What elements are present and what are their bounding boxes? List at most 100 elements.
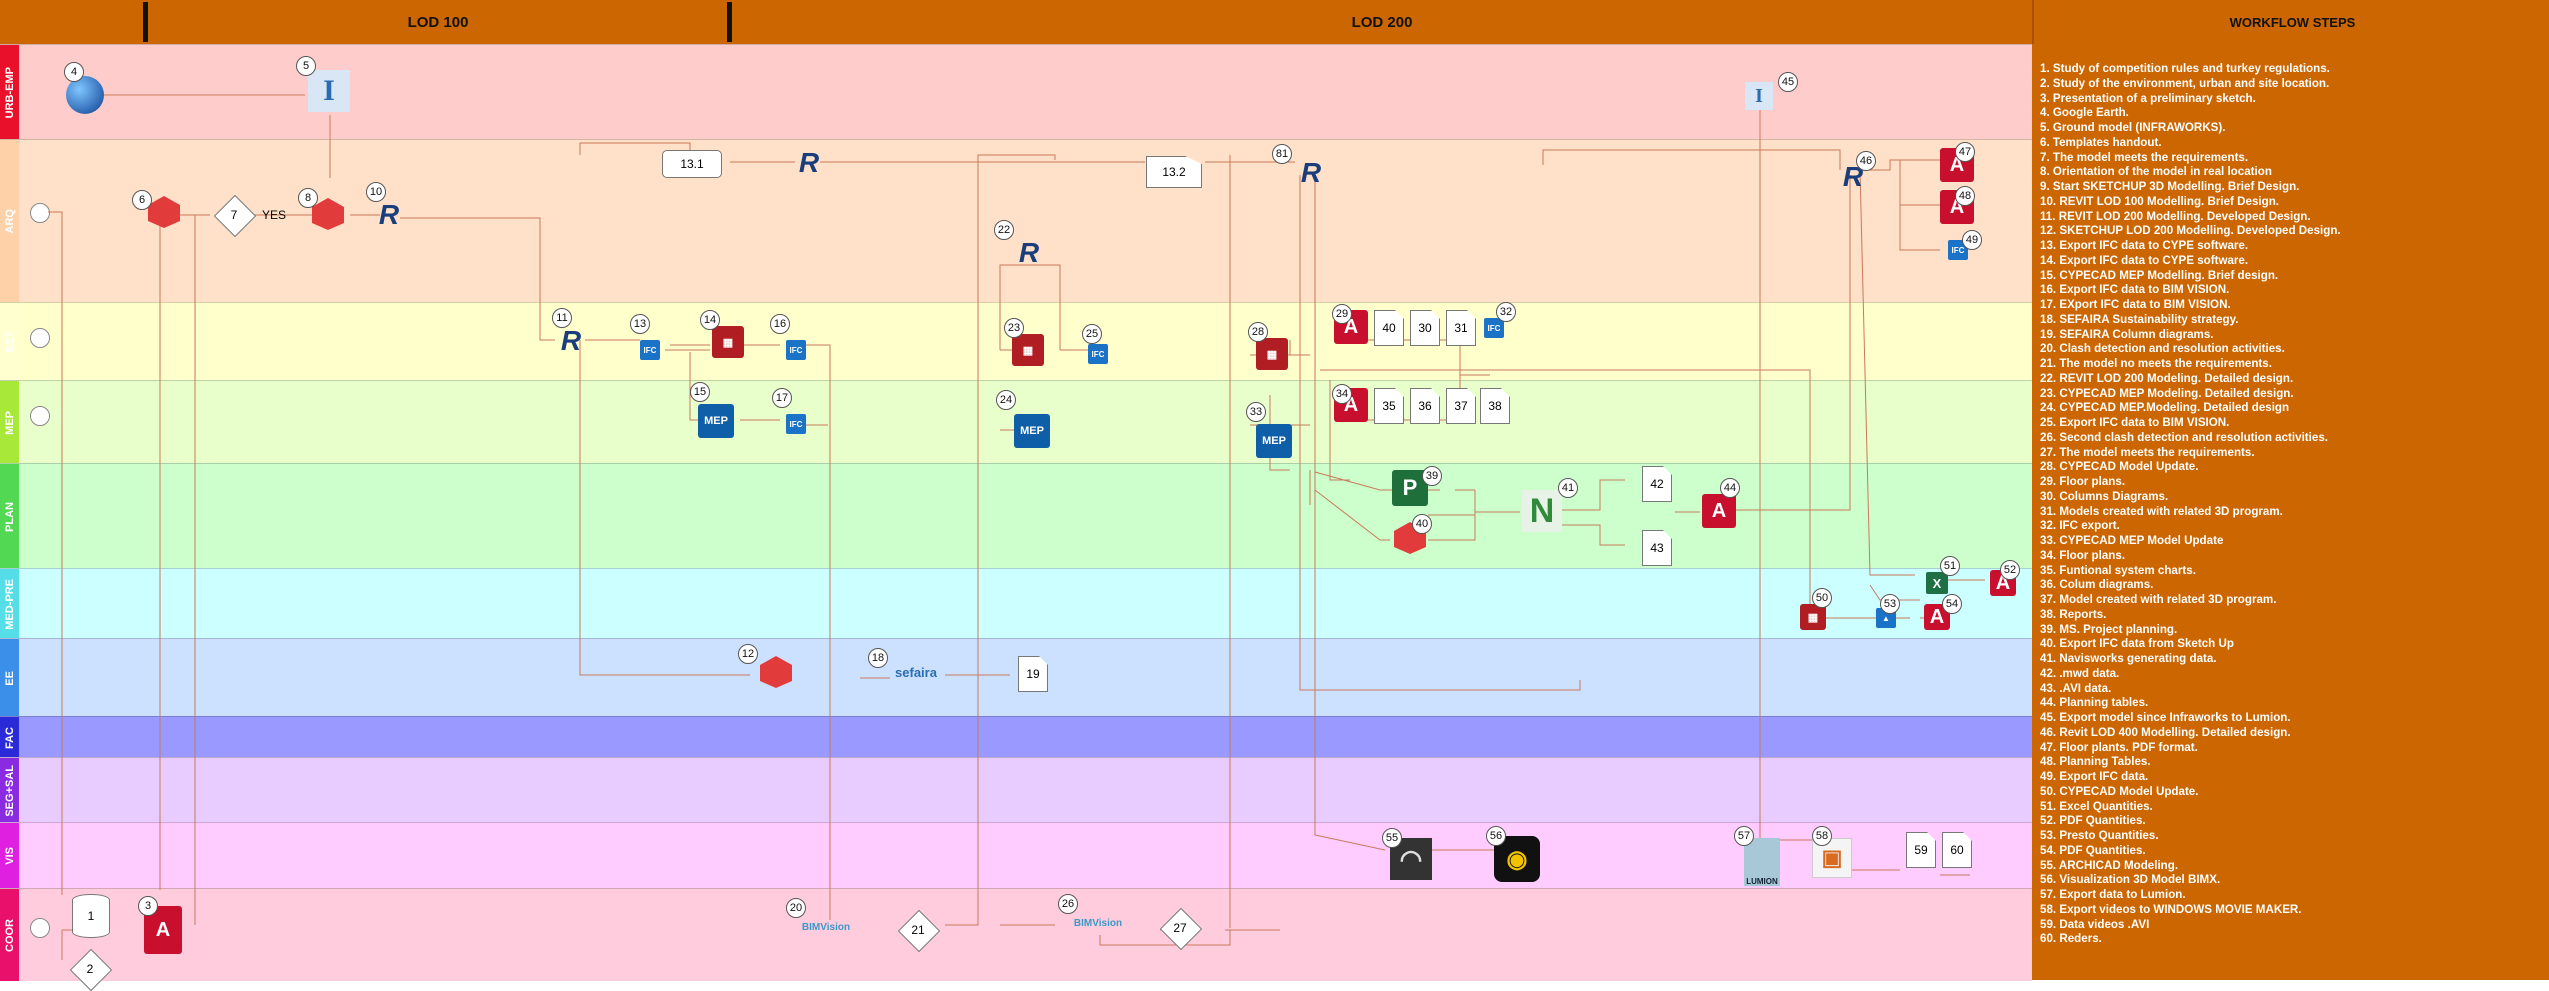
- sketchup-icon[interactable]: [312, 198, 344, 230]
- step-number-badge: 17: [772, 388, 792, 408]
- navisworks-icon[interactable]: N: [1522, 490, 1562, 532]
- excel-icon[interactable]: X: [1926, 572, 1948, 594]
- workflow-step: 8. Orientation of the model in real loca…: [2040, 165, 2272, 179]
- decision-label: 27: [1173, 921, 1187, 935]
- workflow-step: 14. Export IFC data to CYPE software.: [2040, 253, 2249, 267]
- workflow-step: 20. Clash detection and resolution activ…: [2040, 342, 2285, 356]
- step-number-badge: 6: [132, 190, 152, 210]
- document-node[interactable]: 13.2: [1146, 156, 1202, 188]
- document-node[interactable]: 60: [1942, 832, 1972, 868]
- step-number-badge: 12: [738, 644, 758, 664]
- workflow-step: 4. Google Earth.: [2040, 106, 2129, 120]
- decision-label: 21: [911, 923, 925, 937]
- workflow-step: 54. PDF Quantities.: [2040, 843, 2146, 857]
- workflow-step: 17. EXport IFC data to BIM VISION.: [2040, 298, 2231, 311]
- bimvision_logo[interactable]: BIMVision: [1070, 906, 1126, 940]
- cypecad-icon[interactable]: ▦: [1012, 334, 1044, 366]
- workflow-step: 55. ARCHICAD Modeling.: [2040, 858, 2179, 872]
- workflow-step: 56. Visualization 3D Model BIMX.: [2040, 873, 2221, 887]
- lumion-icon[interactable]: LUMION: [1744, 838, 1780, 886]
- document-node[interactable]: 38: [1480, 388, 1510, 424]
- ifc-icon[interactable]: IFC: [640, 340, 660, 360]
- step-number-badge: 4: [64, 62, 84, 82]
- ifc-icon[interactable]: IFC: [786, 414, 806, 434]
- workflow-step: 16. Export IFC data to BIM VISION.: [2040, 283, 2230, 297]
- document-node[interactable]: 36: [1410, 388, 1440, 424]
- step-number-badge: 22: [994, 220, 1014, 240]
- step-number-badge: 52: [2000, 560, 2020, 580]
- revit-icon[interactable]: R: [796, 147, 822, 178]
- workflow-step: 21. The model no meets the requirements.: [2040, 357, 2272, 370]
- workflow-step: 3. Presentation of a preliminary sketch.: [2040, 91, 2256, 105]
- workflow-step: 38. Reports.: [2040, 607, 2107, 621]
- step-number-badge: 40: [1412, 514, 1432, 534]
- ifc-icon[interactable]: IFC: [786, 340, 806, 360]
- ifc-icon[interactable]: IFC: [1088, 344, 1108, 364]
- workflow-step: 46. Revit LOD 400 Modelling. Detailed de…: [2040, 725, 2291, 739]
- step-number-badge: 15: [690, 382, 710, 402]
- workflow-step: 23. CYPECAD MEP Modeling. Detailed desig…: [2040, 386, 2294, 400]
- workflow-step: 48. Planning Tables.: [2040, 755, 2151, 769]
- workflow-step: 40. Export IFC data from Sketch Up: [2040, 637, 2234, 651]
- workflow-step: 49. Export IFC data.: [2040, 770, 2149, 783]
- workflow-step: 10. REVIT LOD 100 Modelling. Brief Desig…: [2040, 194, 2280, 208]
- step-number-badge: 23: [1004, 318, 1024, 338]
- workflow-step: 13. Export IFC data to CYPE software.: [2040, 239, 2249, 252]
- step-number-badge: 24: [996, 390, 1016, 410]
- revit-icon[interactable]: R: [558, 325, 584, 356]
- document-node[interactable]: 35: [1374, 388, 1404, 424]
- workflow-step: 15. CYPECAD MEP Modelling. Brief design.: [2040, 268, 2279, 282]
- cype-mep-icon[interactable]: MEP: [1256, 424, 1292, 458]
- cypecad-icon[interactable]: ▦: [1256, 338, 1288, 370]
- workflow-step: 35. Funtional system charts.: [2040, 563, 2196, 577]
- workflow-steps-list: 1. Study of competition rules and turkey…: [2040, 62, 2341, 947]
- document-node[interactable]: 43: [1642, 530, 1672, 566]
- workflow-step: 28. CYPECAD Model Update.: [2040, 460, 2199, 474]
- step-number-badge: 16: [770, 314, 790, 334]
- workflow-steps-panel: WORKFLOW STEPS 1. Study of competition r…: [2032, 0, 2549, 980]
- bimvision_logo[interactable]: BIMVision: [798, 910, 854, 944]
- workflow-step: 59. Data videos .AVI: [2040, 917, 2150, 931]
- diagram-nodes: 4 I 5 I 45 6 7 YES 8 R 10 13.1 R 13.2 R 81 R 46 A 47 A 48 IFC 4…: [0, 0, 2032, 991]
- document-node[interactable]: 37: [1446, 388, 1476, 424]
- document-node[interactable]: 59: [1906, 832, 1936, 868]
- decision-label: 2: [86, 962, 94, 976]
- sefaira_logo[interactable]: sefaira: [884, 662, 948, 682]
- infraworks-icon[interactable]: I: [308, 70, 350, 112]
- step-number-badge: 11: [552, 308, 572, 328]
- document-node[interactable]: 30: [1410, 310, 1440, 346]
- document-node[interactable]: 40: [1374, 310, 1404, 346]
- document-node[interactable]: 42: [1642, 466, 1672, 502]
- database-node[interactable]: 1: [72, 894, 110, 938]
- step-number-badge: 20: [786, 898, 806, 918]
- cype-mep-icon[interactable]: MEP: [1014, 414, 1050, 448]
- workflow-step: 47. Floor plants. PDF format.: [2040, 740, 2198, 754]
- step-number-badge: 45: [1778, 72, 1798, 92]
- workflow-step: 24. CYPECAD MEP.Modeling. Detailed desig…: [2040, 401, 2290, 415]
- workflow-step: 31. Models created with related 3D progr…: [2040, 504, 2283, 518]
- process-box[interactable]: 13.1: [662, 150, 722, 178]
- revit-icon[interactable]: R: [1298, 157, 1324, 188]
- workflow-steps-title: WORKFLOW STEPS: [2032, 0, 2549, 44]
- cype-mep-icon[interactable]: MEP: [698, 404, 734, 438]
- cypecad-icon[interactable]: ▦: [712, 326, 744, 358]
- infraworks-icon[interactable]: I: [1745, 82, 1773, 110]
- workflow-step: 19. SEFAIRA Column diagrams.: [2040, 327, 2214, 341]
- step-number-badge: 33: [1246, 402, 1266, 422]
- workflow-step: 27. The model meets the requirements.: [2040, 445, 2255, 459]
- document-node[interactable]: 19: [1018, 656, 1048, 692]
- sketchup-icon[interactable]: [148, 196, 180, 228]
- step-number-badge: 48: [1955, 186, 1975, 206]
- step-number-badge: 32: [1496, 302, 1516, 322]
- step-number-badge: 39: [1422, 466, 1442, 486]
- workflow-step: 22. REVIT LOD 200 Modeling. Detailed des…: [2040, 371, 2294, 385]
- revit-icon[interactable]: R: [1016, 237, 1042, 268]
- document-node[interactable]: 31: [1446, 310, 1476, 346]
- workflow-step: 44. Planning tables.: [2040, 696, 2149, 710]
- step-number-badge: 8: [298, 188, 318, 208]
- sketchup-icon[interactable]: [760, 656, 792, 688]
- workflow-step: 33. CYPECAD MEP Model Update: [2040, 534, 2224, 547]
- step-number-badge: 25: [1082, 324, 1102, 344]
- revit-icon[interactable]: R: [376, 199, 402, 230]
- pdf-icon[interactable]: A: [1702, 494, 1736, 528]
